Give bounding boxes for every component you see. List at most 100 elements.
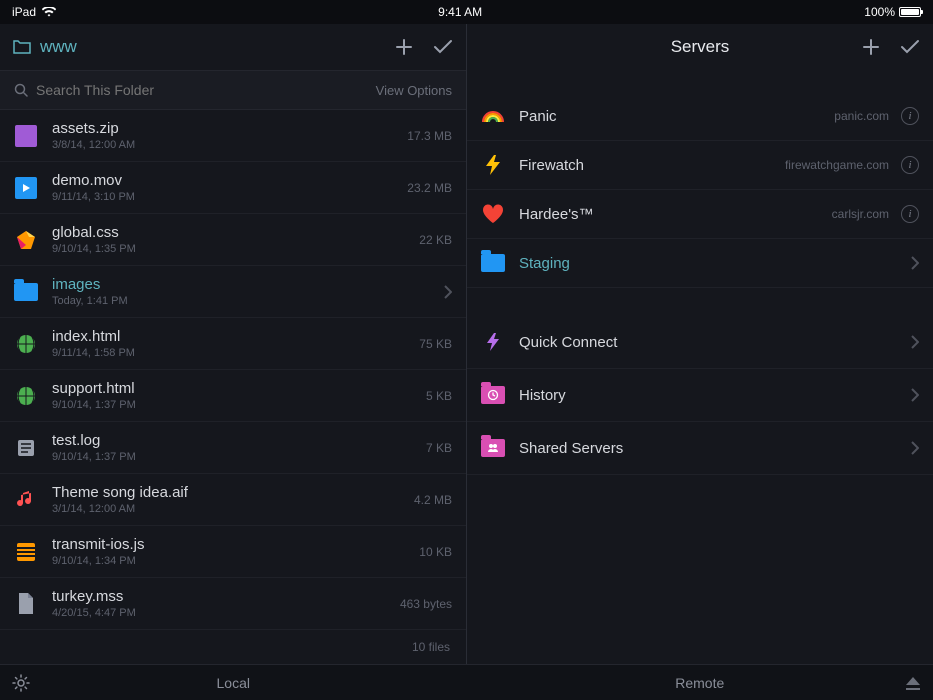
js-icon [14,540,38,564]
file-meta: 4/20/15, 4:47 PM [52,607,400,619]
file-size: 23.2 MB [407,181,452,195]
utility-row[interactable]: Quick Connect [467,316,933,369]
chevron-right-icon [911,256,919,270]
log-icon [14,436,38,460]
chevron-right-icon [911,388,919,402]
search-bar: View Options [0,70,466,110]
file-row[interactable]: index.html 9/11/14, 1:58 PM75 KB [0,318,466,370]
wifi-icon [42,7,56,17]
server-row[interactable]: Panicpanic.com i [467,92,933,141]
chevron-right-icon [911,335,919,349]
server-host: carlsjr.com [832,207,889,221]
file-count-summary: 10 files [0,630,466,664]
file-size: 7 KB [426,441,452,455]
history-icon [481,383,505,407]
server-list: Panicpanic.comiFirewatchfirewatchgame.co… [467,70,933,664]
view-options-button[interactable]: View Options [376,83,452,98]
local-topbar: www [0,24,466,70]
server-name: Staging [519,255,911,272]
file-name: test.log [52,432,426,449]
confirm-server-button[interactable] [899,37,921,57]
audio-icon [14,488,38,512]
file-name: assets.zip [52,120,407,137]
eject-icon[interactable] [905,676,921,690]
file-meta: 9/10/14, 1:37 PM [52,399,426,411]
file-name: images [52,276,444,293]
file-name: global.css [52,224,419,241]
breadcrumb[interactable]: www [12,37,394,57]
chevron-right-icon [911,441,919,455]
file-row[interactable]: demo.mov 9/11/14, 3:10 PM23.2 MB [0,162,466,214]
add-server-button[interactable] [861,37,881,57]
file-name: index.html [52,328,419,345]
server-name: Firewatch [519,157,785,174]
file-row[interactable]: images Today, 1:41 PM [0,266,466,318]
bottom-remote-label: Remote [675,675,724,691]
file-name: turkey.mss [52,588,400,605]
file-meta: 9/10/14, 1:37 PM [52,451,426,463]
file-meta: Today, 1:41 PM [52,295,444,307]
bottom-local[interactable]: Local [0,665,467,700]
file-list: assets.zip 3/8/14, 12:00 AM17.3 MB demo.mo… [0,110,466,664]
file-meta: 9/11/14, 1:58 PM [52,347,419,359]
zip-icon [14,124,38,148]
utility-label: Quick Connect [519,334,911,351]
folder-glyph-icon [12,39,32,55]
file-size: 17.3 MB [407,129,452,143]
server-name: Panic [519,108,834,125]
bottom-remote[interactable]: Remote [467,665,933,700]
html-icon [14,332,38,356]
file-name: support.html [52,380,426,397]
bottom-local-label: Local [217,675,250,691]
file-size: 463 bytes [400,597,452,611]
device-label: iPad [12,5,36,19]
utility-row[interactable]: Shared Servers [467,422,933,475]
file-size: 75 KB [419,337,452,351]
rainbow-icon [481,104,505,128]
search-input[interactable] [36,82,376,98]
file-icon [14,592,38,616]
file-row[interactable]: Theme song idea.aif 3/1/14, 12:00 AM4.2 M… [0,474,466,526]
info-icon[interactable]: i [901,107,919,125]
add-button[interactable] [394,37,414,57]
utility-label: History [519,387,911,404]
info-icon[interactable]: i [901,205,919,223]
battery-icon [899,7,921,17]
info-icon[interactable]: i [901,156,919,174]
folder-icon [481,251,505,275]
file-name: demo.mov [52,172,407,189]
file-row[interactable]: global.css9/10/14, 1:35 PM22 KB [0,214,466,266]
utility-row[interactable]: History [467,369,933,422]
file-row[interactable]: support.html9/10/14, 1:37 PM5 KB [0,370,466,422]
file-size: 4.2 MB [414,493,452,507]
bottom-bar: Local Remote [0,664,933,700]
clock: 9:41 AM [56,5,864,19]
search-icon [14,83,28,97]
server-row[interactable]: Firewatchfirewatchgame.com i [467,141,933,190]
file-row[interactable]: assets.zip 3/8/14, 12:00 AM17.3 MB [0,110,466,162]
server-row[interactable]: Hardee's™carlsjr.comi [467,190,933,239]
file-meta: 9/11/14, 3:10 PM [52,191,407,203]
folder-icon [14,280,38,304]
chevron-right-icon [444,285,452,299]
css-icon [14,228,38,252]
file-name: Theme song idea.aif [52,484,414,501]
file-meta: 3/1/14, 12:00 AM [52,503,414,515]
file-row[interactable]: transmit-ios.js9/10/14, 1:34 PM10 KB [0,526,466,578]
file-row[interactable]: turkey.mss 4/20/15, 4:47 PM463 bytes [0,578,466,630]
movie-icon [14,176,38,200]
breadcrumb-title: www [40,37,77,57]
server-row[interactable]: Staging [467,239,933,288]
confirm-button[interactable] [432,37,454,57]
settings-icon[interactable] [12,674,30,692]
file-size: 10 KB [419,545,452,559]
file-meta: 9/10/14, 1:35 PM [52,243,419,255]
file-row[interactable]: test.log 9/10/14, 1:37 PM7 KB [0,422,466,474]
bolt-icon [481,153,505,177]
status-bar: iPad 9:41 AM 100% [0,0,933,24]
file-meta: 3/8/14, 12:00 AM [52,139,407,151]
server-host: panic.com [834,109,889,123]
utility-label: Shared Servers [519,440,911,457]
server-host: firewatchgame.com [785,158,889,172]
shared-icon [481,436,505,460]
